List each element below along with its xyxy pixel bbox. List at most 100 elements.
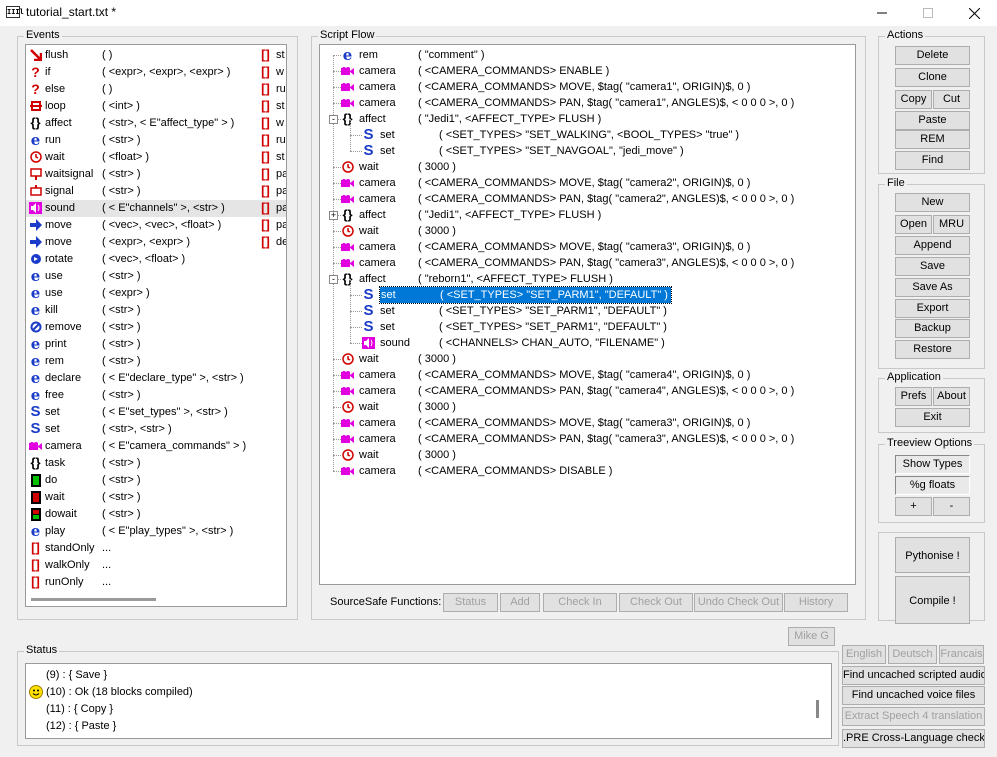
status-log[interactable]: (9) : { Save } (10) : Ok (18 blocks compi…	[25, 663, 832, 739]
script-node-wait[interactable]: wait ( 3000 )	[359, 351, 456, 367]
event-item-move[interactable]: move ( <expr>, <expr> )	[26, 234, 286, 251]
deutsch-button[interactable]: Deutsch	[888, 645, 937, 664]
event-item-wait[interactable]: wait ( <float> )	[26, 149, 286, 166]
script-node-camera[interactable]: camera ( <CAMERA_COMMANDS> PAN, $tag( "ca…	[359, 95, 794, 111]
g-floats-toggle[interactable]: %g floats	[895, 476, 970, 495]
event-item-runOnly[interactable]: [] runOnly...	[26, 574, 286, 591]
event-item-use[interactable]: e use ( <str> )	[26, 268, 286, 285]
event-item-kill[interactable]: e kill ( <str> )	[26, 302, 286, 319]
script-node-camera[interactable]: camera ( <CAMERA_COMMANDS> PAN, $tag( "ca…	[359, 191, 794, 207]
event-item-standOnly[interactable]: [] standOnly...	[26, 540, 286, 557]
rem-button[interactable]: REM	[895, 130, 970, 149]
script-node-set[interactable]: set ( <SET_TYPES> "SET_NAVGOAL", "jedi_mo…	[380, 143, 684, 159]
sourcesafe-undo-check-out-button[interactable]: Undo Check Out	[694, 593, 783, 612]
event-item-camera[interactable]: camera ( < E"camera_commands" > )	[26, 438, 286, 455]
script-node-camera[interactable]: camera ( <CAMERA_COMMANDS> MOVE, $tag( "c…	[359, 175, 750, 191]
pre-cross-language-check-button[interactable]: .PRE Cross-Language check	[842, 729, 985, 748]
sourcesafe-status-button[interactable]: Status	[443, 593, 498, 612]
export-button[interactable]: Export	[895, 299, 970, 318]
expand-toggle[interactable]: +	[329, 211, 338, 220]
script-node-rem[interactable]: rem ( "comment" )	[359, 47, 484, 63]
script-node-affect[interactable]: affect ( "Jedi1", <AFFECT_TYPE> FLUSH )	[359, 207, 601, 223]
event-item-if[interactable]: ? if ( <expr>, <expr>, <expr> )	[26, 64, 286, 81]
event-item-wait[interactable]: wait ( <str> )	[26, 489, 286, 506]
script-node-set[interactable]: set ( <SET_TYPES> "SET_WALKING", <BOOL_TY…	[380, 127, 739, 143]
cut-button[interactable]: Cut	[933, 90, 970, 109]
user-button[interactable]: Mike G	[788, 627, 835, 646]
find-button[interactable]: Find	[895, 151, 970, 170]
script-node-camera[interactable]: camera ( <CAMERA_COMMANDS> MOVE, $tag( "c…	[359, 79, 750, 95]
minimize-button[interactable]	[859, 0, 905, 26]
event-item-set[interactable]: Sset ( <str>, <str> )	[26, 421, 286, 438]
open-button[interactable]: Open	[895, 215, 932, 234]
event-item-use[interactable]: e use ( <expr> )	[26, 285, 286, 302]
show-types-toggle[interactable]: Show Types	[895, 455, 970, 474]
event-item-affect[interactable]: {} affect ( <str>, < E"affect_type" > )	[26, 115, 286, 132]
event-item-remove[interactable]: remove ( <str> )	[26, 319, 286, 336]
close-button[interactable]	[951, 0, 997, 26]
francais-button[interactable]: Francais	[939, 645, 984, 664]
delete-button[interactable]: Delete	[895, 46, 970, 65]
event-item-do[interactable]: do ( <str> )	[26, 472, 286, 489]
event-item-set[interactable]: Sset ( < E"set_types" >, <str> )	[26, 404, 286, 421]
script-node-camera[interactable]: camera ( <CAMERA_COMMANDS> PAN, $tag( "ca…	[359, 255, 794, 271]
script-node-affect[interactable]: affect ( "Jedi1", <AFFECT_TYPE> FLUSH )	[359, 111, 601, 127]
english-button[interactable]: English	[842, 645, 886, 664]
sourcesafe-add-button[interactable]: Add	[500, 593, 540, 612]
event-item-task[interactable]: {} task ( <str> )	[26, 455, 286, 472]
append-button[interactable]: Append	[895, 236, 970, 255]
save-button[interactable]: Save	[895, 257, 970, 276]
event-item-free[interactable]: e free ( <str> )	[26, 387, 286, 404]
event-item-waitsignal[interactable]: waitsignal ( <str> )	[26, 166, 286, 183]
event-item-signal[interactable]: signal ( <str> )	[26, 183, 286, 200]
copy-button[interactable]: Copy	[895, 90, 932, 109]
events-hscroll-thumb[interactable]	[31, 598, 156, 601]
find-uncached-audio-button[interactable]: Find uncached scripted audio	[842, 666, 985, 685]
save-as-button[interactable]: Save As	[895, 278, 970, 297]
script-node-camera[interactable]: camera ( <CAMERA_COMMANDS> MOVE, $tag( "c…	[359, 239, 750, 255]
new-button[interactable]: New	[895, 193, 970, 212]
script-node-camera[interactable]: camera ( <CAMERA_COMMANDS> MOVE, $tag( "c…	[359, 415, 750, 431]
script-node-set[interactable]: set ( <SET_TYPES> "SET_PARM1", "DEFAULT" …	[380, 303, 667, 319]
pythonise-button[interactable]: Pythonise !	[895, 537, 970, 573]
event-item-rem[interactable]: e rem ( <str> )	[26, 353, 286, 370]
script-node-wait[interactable]: wait ( 3000 )	[359, 159, 456, 175]
event-item-walkOnly[interactable]: [] walkOnly...	[26, 557, 286, 574]
collapse-all-button[interactable]: -	[933, 497, 970, 516]
event-item-run[interactable]: e run ( <str> )	[26, 132, 286, 149]
paste-button[interactable]: Paste	[895, 111, 970, 130]
event-item-dowait[interactable]: dowait ( <str> )	[26, 506, 286, 523]
event-item-move[interactable]: move ( <vec>, <vec>, <float> )	[26, 217, 286, 234]
script-node-camera[interactable]: camera ( <CAMERA_COMMANDS> DISABLE )	[359, 463, 612, 479]
mru-button[interactable]: MRU	[933, 215, 970, 234]
event-item-flush[interactable]: flush ( )	[26, 47, 286, 64]
script-node-sound[interactable]: sound ( <CHANNELS> CHAN_AUTO, "FILENAME" …	[380, 335, 665, 351]
event-item-sound[interactable]: sound ( < E"channels" >, <str> )	[26, 200, 286, 217]
sourcesafe-check-out-button[interactable]: Check Out	[619, 593, 693, 612]
event-item-rotate[interactable]: rotate ( <vec>, <float> )	[26, 251, 286, 268]
script-node-wait[interactable]: wait ( 3000 )	[359, 447, 456, 463]
script-node-camera[interactable]: camera ( <CAMERA_COMMANDS> PAN, $tag( "ca…	[359, 383, 794, 399]
status-scroll-thumb[interactable]	[816, 700, 819, 718]
collapse-toggle[interactable]: -	[329, 115, 338, 124]
script-node-camera[interactable]: camera ( <CAMERA_COMMANDS> PAN, $tag( "ca…	[359, 431, 794, 447]
collapse-toggle[interactable]: -	[329, 275, 338, 284]
script-node-wait[interactable]: wait ( 3000 )	[359, 223, 456, 239]
compile-button[interactable]: Compile !	[895, 576, 970, 624]
prefs-button[interactable]: Prefs	[895, 387, 932, 406]
event-item-loop[interactable]: loop ( <int> )	[26, 98, 286, 115]
exit-button[interactable]: Exit	[895, 408, 970, 427]
script-tree[interactable]: e rem ( "comment" ) camera ( <CAMERA_COMMAND…	[319, 44, 856, 585]
event-item-play[interactable]: e play ( < E"play_types" >, <str> )	[26, 523, 286, 540]
sourcesafe-history-button[interactable]: History	[784, 593, 848, 612]
script-node-wait[interactable]: wait ( 3000 )	[359, 399, 456, 415]
script-node-set[interactable]: set ( <SET_TYPES> "SET_PARM1", "DEFAULT" …	[379, 286, 672, 304]
backup-button[interactable]: Backup	[895, 319, 970, 338]
script-node-camera[interactable]: camera ( <CAMERA_COMMANDS> ENABLE )	[359, 63, 609, 79]
sourcesafe-check-in-button[interactable]: Check In	[543, 593, 617, 612]
event-item-else[interactable]: ? else ( )	[26, 81, 286, 98]
script-node-camera[interactable]: camera ( <CAMERA_COMMANDS> MOVE, $tag( "c…	[359, 367, 750, 383]
find-uncached-voice-button[interactable]: Find uncached voice files	[842, 686, 985, 705]
event-item-declare[interactable]: e declare ( < E"declare_type" >, <str> )	[26, 370, 286, 387]
script-node-affect[interactable]: affect ( "reborn1", <AFFECT_TYPE> FLUSH )	[359, 271, 613, 287]
